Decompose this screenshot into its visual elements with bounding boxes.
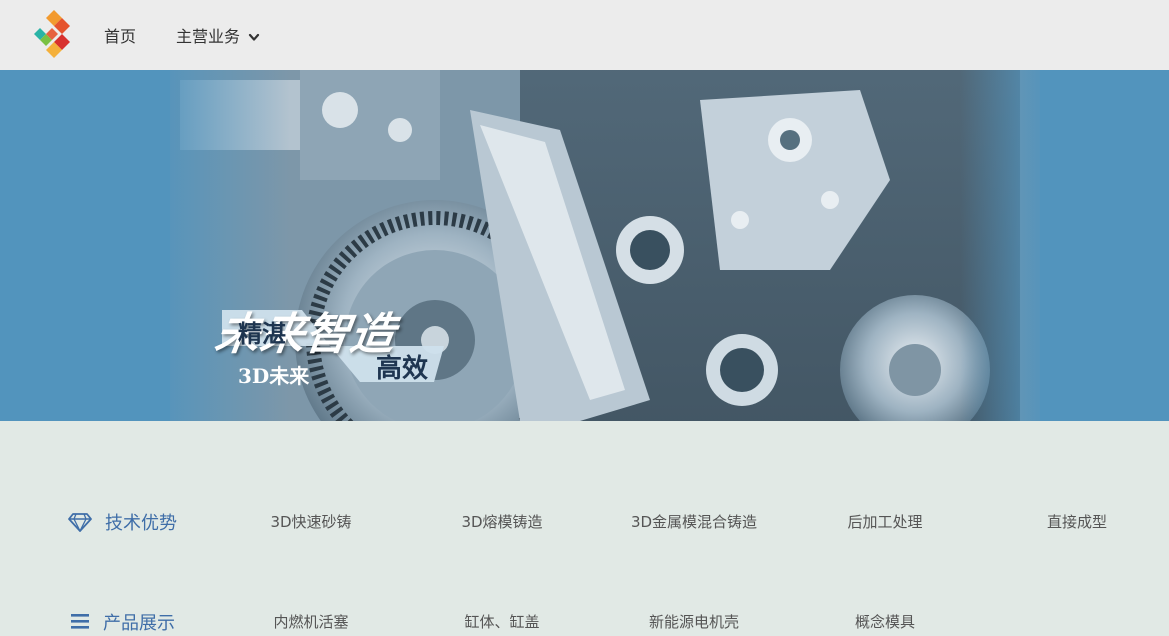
hero-banner: 未来智造 — [0, 70, 1169, 421]
link-ev-motor-housing[interactable]: 新能源电机壳 — [649, 611, 739, 632]
link-direct-forming[interactable]: 直接成型 — [1047, 511, 1107, 532]
link-3d-sand-casting[interactable]: 3D快速砂铸 — [270, 511, 351, 532]
banner-tag-3d-future: 3D未来 — [238, 364, 310, 388]
chevron-down-icon — [249, 33, 260, 41]
section-title-tech-advantage: 技术优势 — [105, 513, 177, 534]
diamond-icon — [68, 513, 92, 532]
engine-machinery-image — [150, 70, 1050, 421]
section-title-product-showcase: 产品展示 — [103, 613, 175, 634]
nav-home-label: 首页 — [104, 27, 137, 46]
link-post-processing[interactable]: 后加工处理 — [847, 511, 922, 532]
link-3d-metal-hybrid-casting[interactable]: 3D金属模混合铸造 — [631, 511, 757, 532]
top-nav-bar: 首页 主营业务 — [0, 0, 1169, 70]
link-engine-piston[interactable]: 内燃机活塞 — [273, 611, 348, 632]
nav-home-link[interactable]: 首页 — [104, 26, 136, 48]
list-icon — [71, 614, 89, 629]
link-cylinder-block-head[interactable]: 缸体、缸盖 — [464, 611, 539, 632]
three-color-logo-icon[interactable] — [32, 10, 76, 60]
link-3d-investment-casting[interactable]: 3D熔模铸造 — [461, 511, 542, 532]
nav-main-business-dropdown[interactable]: 主营业务 — [176, 26, 260, 48]
banner-tag-precise: 精湛 — [238, 319, 286, 348]
nav-main-business-label: 主营业务 — [176, 27, 241, 46]
link-concept-mold[interactable]: 概念模具 — [855, 611, 915, 632]
banner-tag-efficient: 高效 — [376, 354, 429, 384]
